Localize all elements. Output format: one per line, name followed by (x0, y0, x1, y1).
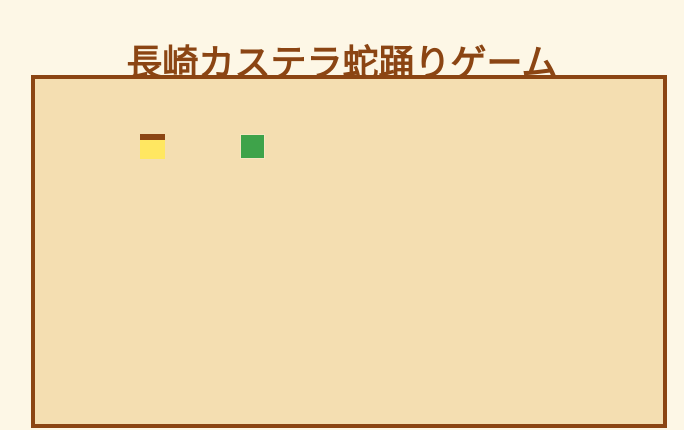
snake-head (240, 134, 265, 159)
game-board[interactable] (31, 75, 667, 428)
castella-crust (140, 134, 165, 140)
castella-food (140, 134, 165, 159)
